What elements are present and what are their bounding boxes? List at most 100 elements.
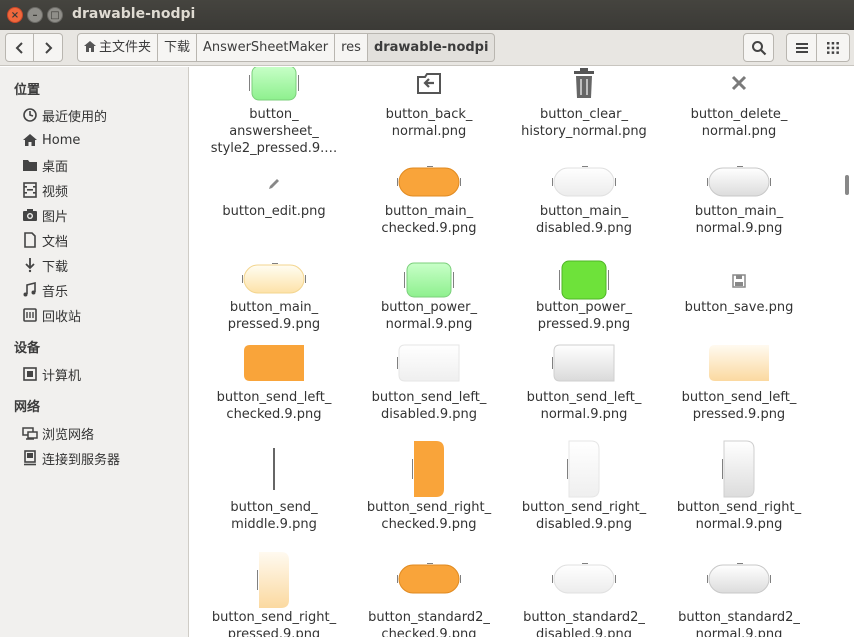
sidebar-item-label: Home (42, 132, 81, 148)
file-name: button_send_right_ checked.9.png (366, 500, 492, 532)
file-name: button_save.png (684, 300, 794, 315)
breadcrumb: 主文件夹 下载 AnswerSheetMaker res drawable-no… (77, 33, 496, 62)
sidebar-item-videos[interactable]: 视频 (22, 179, 68, 201)
file-thumbnail (271, 444, 277, 498)
download-icon (25, 258, 35, 273)
sidebar-item-music[interactable]: 音乐 (22, 279, 68, 301)
file-name: button_clear_ history_normal.png (521, 107, 647, 139)
maximize-window-button[interactable]: □ (47, 7, 63, 23)
search-button[interactable] (743, 33, 774, 62)
sidebar: 位置 最近使用的 Home 桌面 视频 图片 文档 下载 音乐 回收站 设备 计… (0, 67, 189, 637)
breadcrumb-label: 主文件夹 (99, 40, 152, 55)
back-button[interactable] (5, 33, 34, 62)
chevron-right-icon (45, 42, 53, 54)
sidebar-item-computer[interactable]: 计算机 (22, 363, 81, 385)
grid-view-button[interactable] (817, 33, 850, 62)
toolbar: 主文件夹 下载 AnswerSheetMaker res drawable-no… (0, 30, 854, 66)
list-icon (796, 43, 808, 53)
file-thumbnail (721, 439, 756, 503)
file-thumbnail (706, 562, 772, 601)
document-icon (24, 232, 36, 248)
sidebar-item-trash[interactable]: 回收站 (22, 304, 81, 326)
file-thumbnail (256, 550, 291, 614)
file-name: button_standard2_ normal.9.png (678, 610, 800, 637)
sidebar-item-documents[interactable]: 文档 (22, 229, 68, 251)
close-window-button[interactable]: × (7, 7, 23, 23)
file-thumbnail (396, 343, 461, 387)
breadcrumb-home[interactable]: 主文件夹 (77, 33, 159, 62)
sidebar-item-recent[interactable]: 最近使用的 (22, 104, 107, 126)
network-icon (22, 427, 38, 440)
server-icon (24, 450, 36, 466)
trash-icon (571, 67, 597, 103)
file-name: button_edit.png (222, 204, 326, 219)
file-thumbnail (707, 343, 771, 387)
file-name: button_send_left_ checked.9.png (216, 390, 332, 422)
scrollbar[interactable] (845, 175, 849, 195)
computer-icon (23, 367, 37, 381)
file-thumbnail (706, 165, 772, 204)
sidebar-item-downloads[interactable]: 下载 (22, 254, 68, 276)
breadcrumb-downloads[interactable]: 下载 (158, 33, 198, 62)
home-icon (23, 134, 37, 146)
forward-button[interactable] (34, 33, 63, 62)
file-name: button_send_right_ normal.9.png (676, 500, 802, 532)
file-name: button_send_left_ disabled.9.png (371, 390, 487, 422)
sidebar-item-label: 文档 (42, 234, 69, 250)
file-name: button_power_ pressed.9.png (535, 300, 633, 332)
window-title: drawable-nodpi (72, 6, 196, 22)
sidebar-item-pictures[interactable]: 图片 (22, 204, 68, 226)
sidebar-item-connect-server[interactable]: 连接到服务器 (22, 447, 120, 469)
sidebar-item-label: 桌面 (42, 159, 69, 175)
file-name: button_send_left_ normal.9.png (526, 390, 642, 422)
sidebar-item-desktop[interactable]: 桌面 (22, 154, 68, 176)
file-name: button_power_ normal.9.png (380, 300, 478, 332)
breadcrumb-drawable-nodpi[interactable]: drawable-nodpi (367, 33, 496, 62)
file-thumbnail (403, 260, 455, 304)
sidebar-item-label: 图片 (42, 209, 69, 225)
places-heading: 位置 (14, 83, 41, 98)
maximize-icon: □ (50, 10, 60, 21)
film-icon (23, 182, 37, 198)
file-thumbnail (551, 165, 617, 204)
file-name: button_ answersheet_ style2_pressed.9.… (210, 107, 338, 156)
list-view-button[interactable] (786, 33, 817, 62)
file-name: button_main_ pressed.9.png (227, 300, 321, 332)
trash-icon (23, 308, 37, 322)
breadcrumb-res[interactable]: res (335, 33, 368, 62)
sidebar-item-home[interactable]: Home (22, 129, 80, 151)
breadcrumb-answersheetmaker[interactable]: AnswerSheetMaker (197, 33, 336, 62)
sidebar-item-label: 回收站 (42, 309, 82, 325)
minimize-icon: – (32, 10, 38, 21)
file-name: button_main_ checked.9.png (381, 204, 477, 236)
sidebar-item-browse-network[interactable]: 浏览网络 (22, 422, 94, 444)
file-name: button_standard2_ checked.9.png (368, 610, 490, 637)
file-name: button_send_right_ disabled.9.png (521, 500, 647, 532)
devices-heading: 设备 (14, 341, 41, 356)
file-thumbnail (241, 262, 307, 301)
file-name: button_main_ disabled.9.png (536, 204, 632, 236)
file-thumbnail (411, 439, 446, 503)
sidebar-item-label: 下载 (42, 259, 69, 275)
sidebar-item-label: 音乐 (42, 284, 69, 300)
file-thumbnail (566, 439, 601, 503)
camera-icon (23, 209, 37, 221)
close-icon: × (10, 10, 20, 21)
sidebar-item-label: 最近使用的 (42, 109, 108, 125)
title-bar: × – □ drawable-nodpi (0, 0, 854, 30)
minimize-window-button[interactable]: – (27, 7, 43, 23)
folder-icon (23, 160, 37, 171)
file-name: button_back_ normal.png (385, 107, 473, 139)
search-icon (752, 41, 767, 56)
home-icon (84, 41, 96, 52)
sidebar-item-label: 连接到服务器 (42, 452, 121, 468)
file-name: button_send_right_ pressed.9.png (211, 610, 337, 637)
file-name: button_standard2_ disabled.9.png (523, 610, 645, 637)
save-icon (732, 273, 746, 292)
grid-icon (827, 42, 839, 54)
sidebar-item-label: 计算机 (42, 368, 82, 384)
file-thumbnail (396, 562, 462, 601)
file-name: button_send_ middle.9.png (230, 500, 318, 532)
back-icon (415, 69, 443, 101)
file-thumbnail (396, 165, 462, 204)
